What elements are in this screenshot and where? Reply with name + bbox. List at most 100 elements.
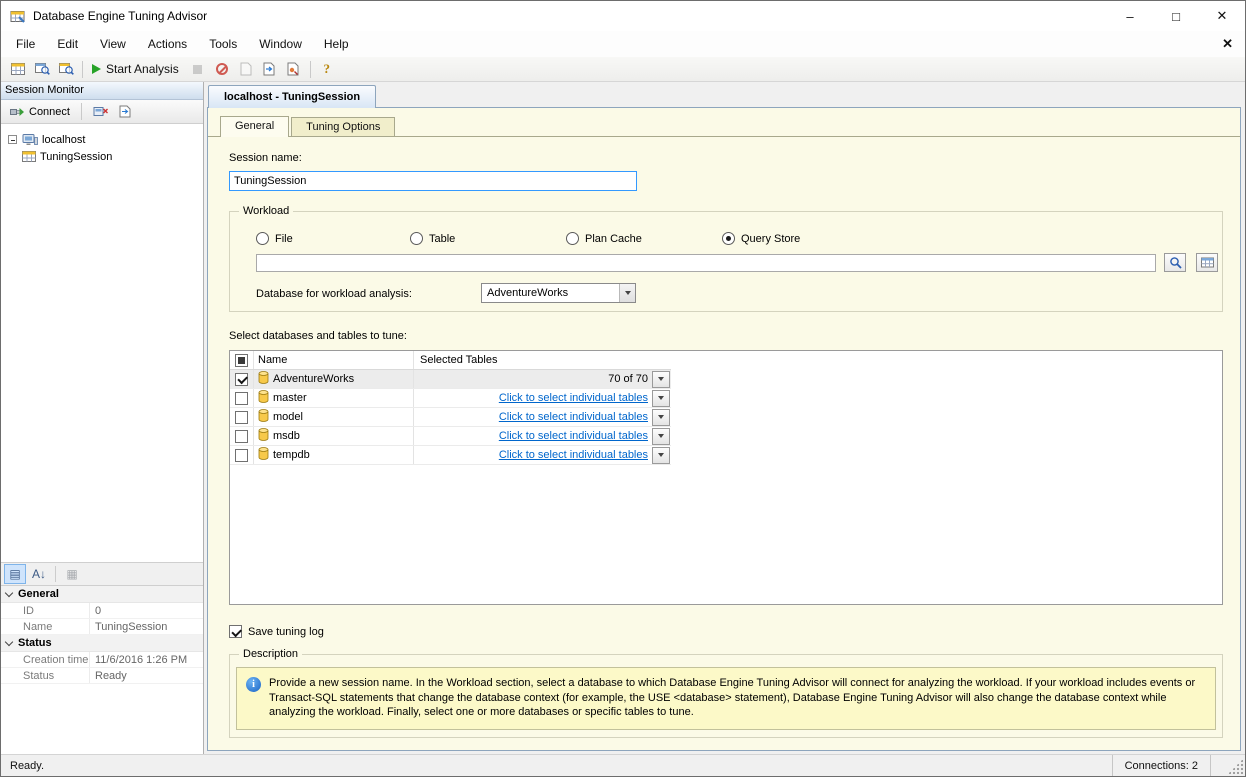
table-row[interactable]: msdb Click to select individual tables [230, 427, 671, 446]
menu-window[interactable]: Window [248, 37, 313, 51]
row-checkbox[interactable] [235, 392, 248, 405]
row-checkbox[interactable] [235, 373, 248, 386]
workload-database-label: Database for workload analysis: [256, 288, 412, 300]
radio-label: Plan Cache [585, 233, 642, 245]
menu-actions[interactable]: Actions [137, 37, 198, 51]
connect-button[interactable]: Connect [6, 104, 74, 120]
chevron-down-icon [5, 588, 13, 596]
property-toolbar: ▤ A↓ ▦ [1, 562, 203, 586]
menu-edit[interactable]: Edit [46, 37, 89, 51]
column-header-selected-tables[interactable]: Selected Tables [414, 351, 671, 369]
property-row-status[interactable]: Status Ready [1, 668, 203, 684]
session-name-input[interactable] [229, 171, 637, 191]
close-button[interactable]: ✕ [1199, 1, 1245, 31]
chevron-down-icon [5, 637, 13, 645]
radio-label: Query Store [741, 233, 800, 245]
database-icon [258, 390, 269, 406]
description-groupbox: Description i Provide a new session name… [229, 654, 1223, 738]
collapse-icon[interactable] [8, 135, 17, 144]
table-row[interactable]: tempdb Click to select individual tables [230, 446, 671, 465]
delete-session-button[interactable] [115, 103, 136, 120]
tables-dropdown-button[interactable] [652, 390, 670, 407]
menu-view[interactable]: View [89, 37, 137, 51]
document-close-icon[interactable]: ✕ [1222, 36, 1233, 52]
select-tables-link[interactable]: Click to select individual tables [414, 430, 652, 442]
radio-table[interactable]: Table [410, 232, 455, 245]
database-name: msdb [273, 430, 300, 442]
start-analysis-button[interactable]: Start Analysis [87, 58, 186, 80]
column-header-name[interactable]: Name [254, 351, 414, 369]
tables-dropdown-button[interactable] [652, 428, 670, 445]
workload-database-dropdown[interactable]: AdventureWorks [481, 283, 636, 303]
row-checkbox[interactable] [235, 411, 248, 424]
browse-file-button[interactable] [1164, 253, 1186, 272]
tree-node-label: TuningSession [40, 151, 112, 163]
tree-node-tuningsession[interactable]: TuningSession [1, 148, 203, 165]
dropdown-button[interactable] [619, 284, 635, 302]
toolbar-separator [310, 61, 311, 78]
row-checkbox[interactable] [235, 430, 248, 443]
workload-file-input[interactable] [256, 254, 1156, 272]
select-all-checkbox[interactable] [235, 354, 248, 367]
table-row[interactable]: master Click to select individual tables [230, 389, 671, 408]
save-tuning-log-checkbox[interactable]: Save tuning log [229, 625, 324, 638]
server-icon [22, 133, 38, 147]
menu-help[interactable]: Help [313, 37, 360, 51]
description-groupbox-label: Description [239, 648, 302, 660]
save-tuning-log-label: Save tuning log [248, 626, 324, 638]
tables-dropdown-button[interactable] [652, 409, 670, 426]
dropdown-selected-value: AdventureWorks [482, 284, 619, 302]
export-results-button[interactable] [282, 58, 306, 80]
tables-dropdown-button[interactable] [652, 371, 670, 388]
disconnect-button[interactable] [89, 103, 112, 120]
tab-general[interactable]: General [220, 116, 289, 137]
session-name-label: Session name: [229, 152, 302, 164]
database-icon [258, 409, 269, 425]
connect-label: Connect [29, 106, 70, 118]
radio-label: File [275, 233, 293, 245]
property-row-name[interactable]: Name TuningSession [1, 619, 203, 635]
new-session-button[interactable] [6, 58, 30, 80]
property-group-status[interactable]: Status [1, 635, 203, 652]
property-group-general[interactable]: General [1, 586, 203, 603]
radio-query-store[interactable]: Query Store [722, 232, 800, 245]
menu-tools[interactable]: Tools [198, 37, 248, 51]
open-session-button[interactable] [30, 58, 54, 80]
select-tables-link[interactable]: Click to select individual tables [414, 411, 652, 423]
select-tables-link[interactable]: Click to select individual tables [414, 449, 652, 461]
info-icon: i [246, 677, 261, 692]
property-row-creation-time[interactable]: Creation time 11/6/2016 1:26 PM [1, 652, 203, 668]
workload-groupbox-label: Workload [239, 205, 293, 217]
radio-plan-cache[interactable]: Plan Cache [566, 232, 642, 245]
session-tree: localhost TuningSession [1, 124, 203, 562]
sort-alphabetical-button[interactable]: A↓ [28, 564, 50, 584]
app-icon [10, 9, 26, 24]
table-row[interactable]: AdventureWorks 70 of 70 [230, 370, 671, 389]
help-button[interactable]: ? [315, 58, 339, 80]
minimize-button[interactable]: – [1107, 1, 1153, 31]
categorize-button[interactable]: ▤ [4, 564, 26, 584]
import-workload-button[interactable] [258, 58, 282, 80]
database-icon [258, 428, 269, 444]
cancel-analysis-button[interactable] [210, 58, 234, 80]
radio-file[interactable]: File [256, 232, 293, 245]
maximize-button[interactable]: □ [1153, 1, 1199, 31]
help-icon: ? [323, 61, 330, 77]
status-bar-right: Connections: 2 [1112, 755, 1245, 776]
menu-file[interactable]: File [5, 37, 46, 51]
table-row[interactable]: model Click to select individual tables [230, 408, 671, 427]
tables-dropdown-button[interactable] [652, 447, 670, 464]
tree-node-localhost[interactable]: localhost [1, 131, 203, 148]
export-results-icon [287, 62, 300, 76]
disconnect-icon [93, 105, 108, 118]
property-group-label: General [18, 588, 59, 600]
delete-session-icon [119, 105, 132, 118]
document-tab[interactable]: localhost - TuningSession [208, 85, 376, 108]
browse-table-button[interactable] [1196, 253, 1218, 272]
tab-tuning-options[interactable]: Tuning Options [291, 117, 395, 136]
row-checkbox[interactable] [235, 449, 248, 462]
resize-grip-icon[interactable] [1228, 759, 1243, 774]
property-row-id[interactable]: ID 0 [1, 603, 203, 619]
select-tables-link[interactable]: Click to select individual tables [414, 392, 652, 404]
view-session-button[interactable] [54, 58, 78, 80]
